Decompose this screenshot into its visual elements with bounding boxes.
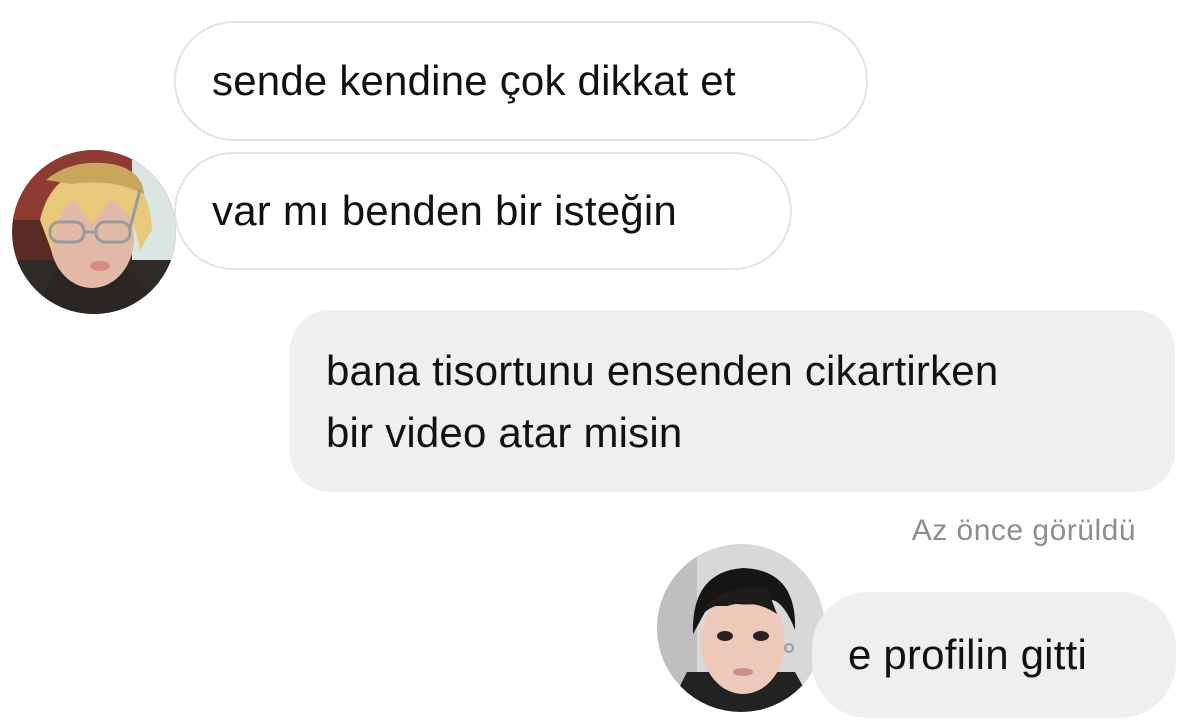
- message-bubble-outgoing[interactable]: bana tisortunu ensenden cikartirken bir …: [290, 310, 1175, 492]
- seen-status: Az önce görüldü: [911, 514, 1136, 547]
- message-text-line: bir video atar misin: [326, 409, 683, 456]
- message-text: var mı benden bir isteğin: [212, 187, 677, 234]
- sender-avatar[interactable]: [12, 150, 176, 314]
- profile-photo-icon: [657, 544, 825, 712]
- message-bubble-incoming[interactable]: var mı benden bir isteğin: [174, 152, 792, 270]
- message-bubble-outgoing[interactable]: e profilin gitti: [812, 592, 1176, 718]
- sender-avatar[interactable]: [657, 544, 825, 712]
- message-bubble-incoming[interactable]: sende kendine çok dikkat et: [174, 21, 868, 141]
- message-text: e profilin gitti: [848, 631, 1087, 678]
- message-text: sende kendine çok dikkat et: [212, 57, 736, 104]
- profile-photo-icon: [12, 150, 176, 314]
- message-text-line: bana tisortunu ensenden cikartirken: [326, 347, 999, 394]
